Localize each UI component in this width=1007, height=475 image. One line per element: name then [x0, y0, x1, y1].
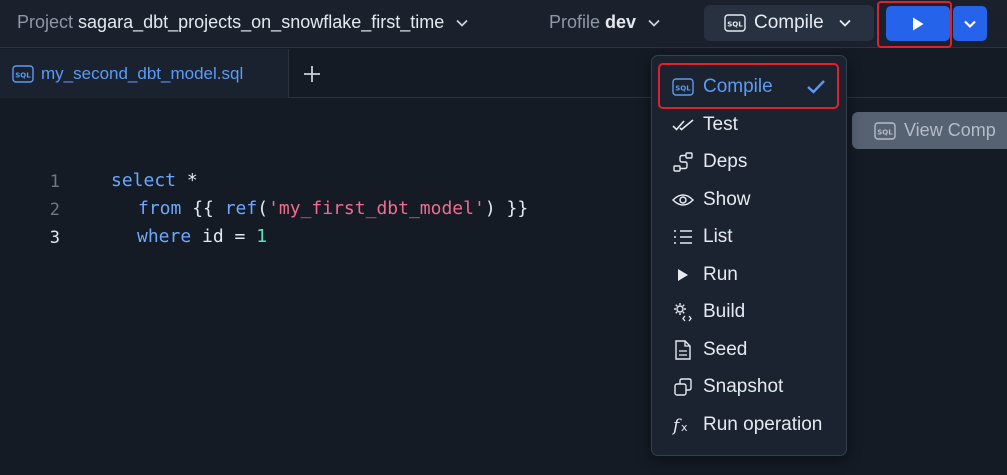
menu-item-show[interactable]: Show — [672, 183, 844, 217]
menu-item-label: Show — [703, 189, 751, 210]
deps-icon — [672, 151, 694, 173]
chevron-down-icon — [648, 20, 660, 28]
chevron-down-icon — [839, 19, 851, 27]
menu-item-label: Run — [703, 264, 738, 285]
chevron-down-icon — [964, 20, 976, 28]
menu-item-label: List — [703, 226, 733, 247]
play-icon — [672, 264, 694, 286]
editor-tab-bar: SQL my_second_dbt_model.sql — [0, 49, 1007, 98]
menu-item-test[interactable]: Test — [672, 108, 844, 142]
build-gear-icon — [672, 301, 694, 323]
function-icon: fx — [672, 414, 694, 436]
add-tab-button[interactable] — [298, 61, 326, 87]
code-text: id = — [191, 226, 257, 247]
list-icon — [672, 226, 694, 248]
svg-text:x: x — [681, 421, 688, 434]
code-line-2: from {{ ref('my_first_dbt_model') }} — [138, 198, 528, 219]
run-button-highlight — [877, 1, 952, 48]
code-text: * — [176, 170, 198, 191]
sql-icon: SQL — [724, 14, 746, 32]
sql-keyword: from — [138, 198, 182, 219]
line-number: 3 — [49, 228, 60, 248]
project-label: Project — [17, 12, 74, 32]
compile-item-highlight — [658, 63, 839, 109]
snapshot-icon — [672, 376, 694, 398]
document-icon — [672, 339, 694, 361]
code-text: ( — [257, 198, 269, 219]
view-compiled-label: View Comp — [904, 120, 996, 140]
sql-keyword: where — [137, 226, 192, 247]
jinja-function: ref — [224, 198, 258, 219]
menu-item-label: Snapshot — [703, 376, 784, 397]
menu-item-build[interactable]: Build — [672, 295, 844, 329]
menu-item-list[interactable]: List — [672, 220, 844, 254]
svg-text:SQL: SQL — [877, 128, 893, 136]
project-name: sagara_dbt_projects_on_snowflake_first_t… — [78, 12, 445, 32]
menu-item-label: Seed — [703, 339, 748, 360]
code-number: 1 — [256, 226, 268, 247]
command-dropdown-menu: SQL Compile Test Deps Show List Run Buil… — [651, 55, 847, 456]
profile-selector[interactable]: Profile dev — [549, 12, 661, 33]
svg-text:SQL: SQL — [727, 21, 743, 29]
chevron-down-icon — [456, 20, 468, 28]
plus-icon — [304, 66, 320, 82]
menu-item-seed[interactable]: Seed — [672, 333, 844, 367]
menu-item-deps[interactable]: Deps — [672, 145, 844, 179]
menu-item-label: Build — [703, 301, 746, 322]
menu-item-snapshot[interactable]: Snapshot — [672, 370, 844, 404]
double-check-icon — [672, 114, 694, 136]
profile-name: dev — [605, 12, 637, 32]
menu-item-run[interactable]: Run — [672, 258, 844, 292]
command-select-label: Compile — [754, 12, 824, 33]
sql-file-icon: SQL — [12, 64, 34, 83]
sql-keyword: select — [111, 170, 177, 191]
run-options-button[interactable] — [953, 6, 987, 41]
project-selector[interactable]: Project sagara_dbt_projects_on_snowflake… — [17, 12, 469, 33]
line-number: 2 — [49, 200, 60, 220]
view-compiled-button[interactable]: SQL View Comp — [852, 112, 1007, 149]
tab-label: my_second_dbt_model.sql — [41, 63, 244, 83]
top-toolbar: Project sagara_dbt_projects_on_snowflake… — [0, 0, 1007, 48]
sql-icon: SQL — [874, 121, 896, 140]
menu-item-label: Test — [703, 114, 738, 135]
menu-item-label: Run operation — [703, 414, 823, 435]
svg-text:SQL: SQL — [15, 71, 31, 79]
tab-my-second-dbt-model[interactable]: SQL my_second_dbt_model.sql — [0, 49, 289, 98]
code-text: ) }} — [484, 198, 529, 219]
code-text: {{ — [181, 198, 225, 219]
code-line-1: select * — [111, 170, 198, 191]
code-string: 'my_first_dbt_model' — [268, 198, 485, 219]
command-select-compile[interactable]: SQL Compile — [704, 5, 874, 41]
menu-item-run-operation[interactable]: fx Run operation — [672, 408, 844, 442]
eye-icon — [672, 189, 694, 211]
code-line-3: where id = 1 — [137, 226, 267, 247]
line-number: 1 — [49, 172, 60, 192]
menu-item-label: Deps — [703, 151, 748, 172]
profile-label: Profile — [549, 12, 601, 32]
